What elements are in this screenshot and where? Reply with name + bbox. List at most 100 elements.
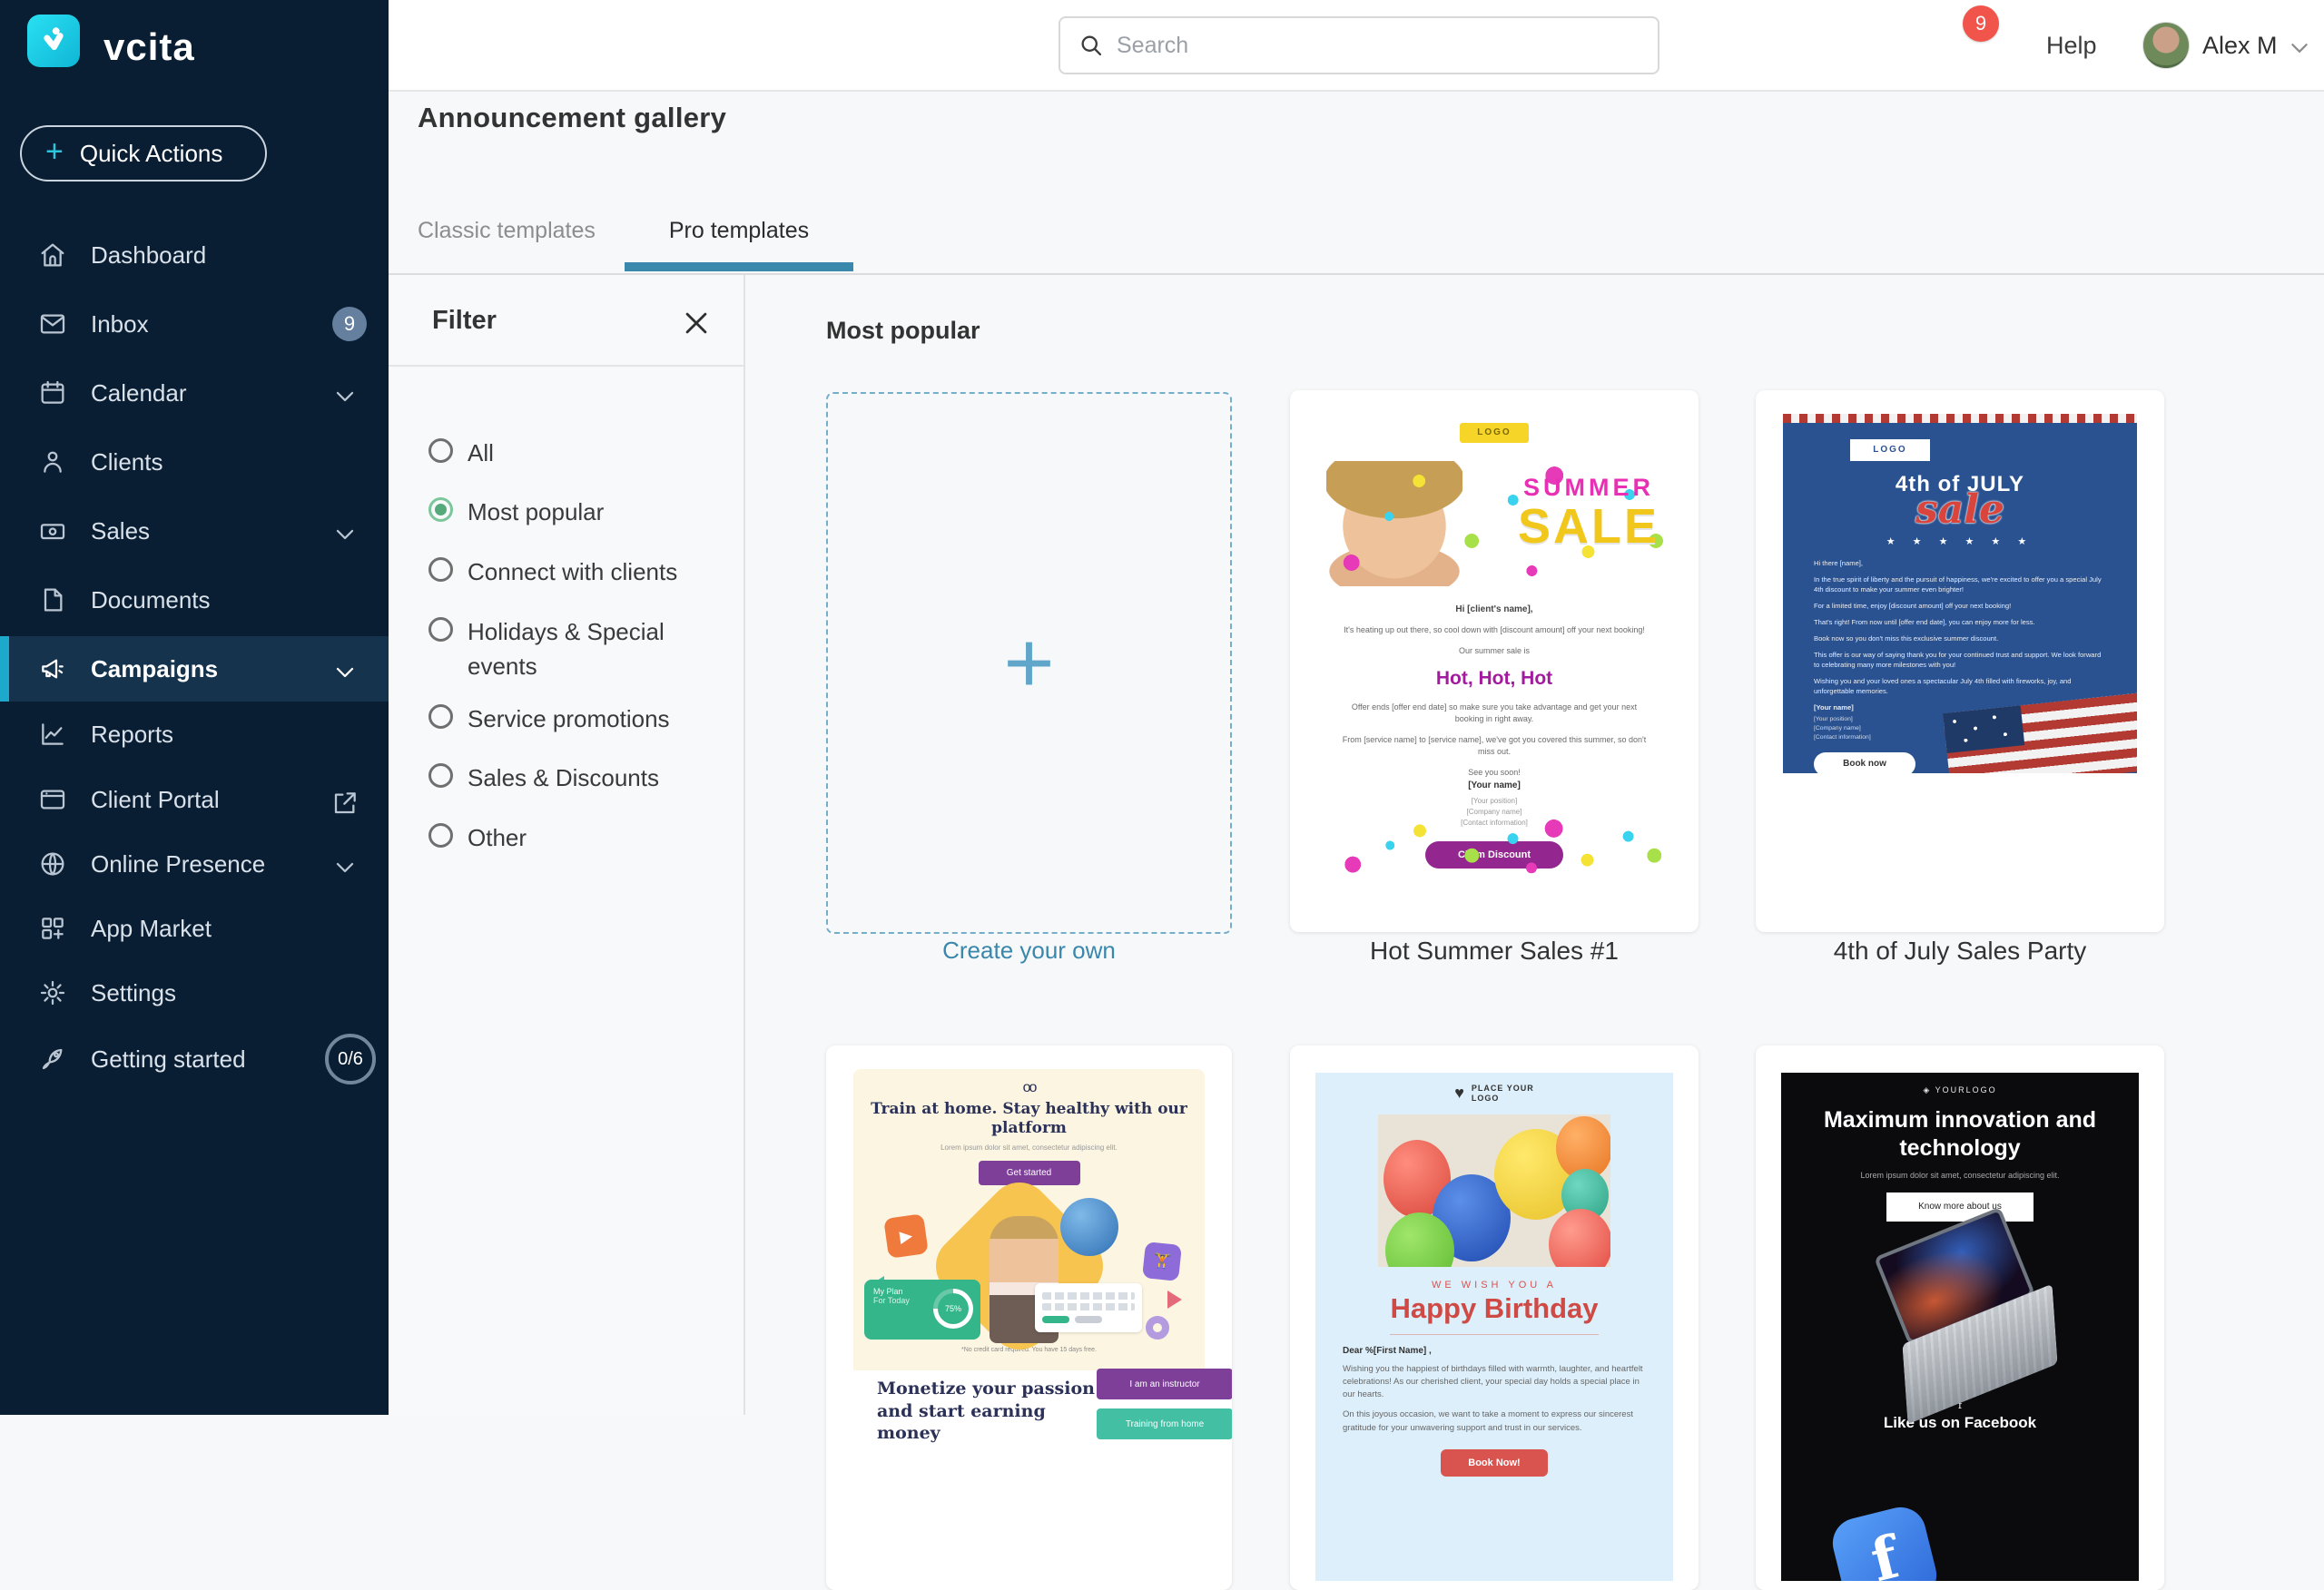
stars-stripe-border [1783,414,2137,423]
calendar-icon [38,378,67,407]
book-now-button: Book now [1814,752,1915,773]
filter-option-holidays[interactable]: Holidays & Special events [428,617,681,683]
close-icon[interactable] [681,308,712,339]
gear-icon [38,978,67,1007]
search-input[interactable] [1117,33,1607,59]
filter-title: Filter [432,306,497,336]
filter-option-label: All [468,437,694,471]
browser-icon [38,785,67,814]
sidebar-item-label: Clients [91,448,162,476]
facebook-icon: f [1827,1502,1942,1581]
radio-icon [428,557,453,582]
user-menu-chevron-icon[interactable] [2288,36,2311,60]
fitness-email: oo Train at home. Stay healthy with our … [853,1069,1205,1370]
your-position: [Your position] [1337,796,1651,807]
template-card-july4[interactable]: LOGO 4th of JULY sale ★ ★ ★ ★ ★ ★ Hi the… [1756,390,2164,932]
template-card-fitness[interactable]: oo Train at home. Stay healthy with our … [826,1045,1232,1590]
create-your-own-link[interactable]: Create your own [826,937,1232,965]
paragraph: On this joyous occasion, we want to take… [1343,1408,1646,1435]
sidebar-item-label: Calendar [91,379,187,407]
sidebar-item-online-presence[interactable]: Online Presence [0,831,389,897]
sidebar-item-inbox[interactable]: Inbox 9 [0,291,389,357]
get-started-button: Get started [979,1161,1080,1185]
tab-pro-templates[interactable]: Pro templates [625,218,853,244]
user-name[interactable]: Alex M [2202,0,2278,91]
filter-option-label: Holidays & Special events [468,615,681,683]
sidebar-item-campaigns[interactable]: Campaigns [0,636,389,702]
user-avatar[interactable] [2142,22,2190,69]
july-email: LOGO 4th of JULY sale ★ ★ ★ ★ ★ ★ Hi the… [1783,414,2137,773]
sidebar-item-label: Getting started [91,1045,246,1074]
sidebar-item-client-portal[interactable]: Client Portal [0,767,389,832]
filter-option-all[interactable]: All [428,438,694,471]
template-card-tech[interactable]: ◈ YOURLOGO Maximum innovation and techno… [1756,1045,2164,1590]
external-link-icon [330,789,359,818]
stars-row: ★ ★ ★ ★ ★ ★ [1783,535,2137,547]
facebook-letter: f [1865,1523,1905,1581]
create-your-own-card[interactable]: + [826,392,1232,934]
tech-email: ◈ YOURLOGO Maximum innovation and techno… [1781,1073,2139,1581]
pink-triangle [1167,1291,1182,1309]
sidebar-item-sales[interactable]: Sales [0,498,389,564]
globe-icon [38,849,67,878]
filter-option-label: Sales & Discounts [468,761,694,796]
notification-badge[interactable]: 9 [1963,5,1999,42]
dumbbell-icon: 🏋 [1142,1242,1182,1281]
sidebar-item-calendar[interactable]: Calendar [0,360,389,426]
filter-option-other[interactable]: Other [428,823,694,856]
chart-icon [38,720,67,749]
paragraph: In the true spirit of liberty and the pu… [1814,574,2106,594]
paragraph: That's right! From now until [offer end … [1814,617,2106,627]
sidebar-item-label: Campaigns [91,655,218,683]
logo-text: PLACE YOUR [1472,1084,1534,1093]
logo-text: LOGO [1472,1094,1500,1103]
mail-icon [38,309,67,339]
filter-option-connect[interactable]: Connect with clients [428,557,694,590]
filter-option-most-popular[interactable]: Most popular [428,497,694,530]
greeting: Hi [client's name], [1337,603,1651,616]
vcita-logo-icon[interactable] [27,15,80,67]
radio-selected-icon [428,497,453,522]
sidebar: vcita + Quick Actions Dashboard Inbox 9 … [0,0,389,1415]
template-card-birthday[interactable]: ♥ PLACE YOUR LOGO WE WISH YOU A Happy Bi… [1290,1045,1699,1590]
chevron-down-icon [330,382,359,411]
getting-started-progress-badge: 0/6 [325,1034,376,1085]
template-card-hot-summer[interactable]: LOGO SUMMER SALE Hi [client's name], It'… [1290,390,1699,932]
like-us-facebook: Like us on Facebook [1781,1413,2139,1433]
global-search[interactable] [1059,16,1659,74]
greeting: Hi there [name], [1814,558,2106,568]
quick-actions-button[interactable]: + Quick Actions [20,125,267,182]
section-title: Most popular [826,317,980,345]
page-title: Announcement gallery [418,102,726,134]
heart-icon: ♥ [1454,1084,1464,1103]
your-name: [Your name] [1337,779,1651,792]
radio-icon [428,438,453,463]
plus-icon: + [45,134,64,170]
sidebar-item-documents[interactable]: Documents [0,567,389,633]
filter-option-label: Service promotions [468,702,694,737]
signoff: See you soon! [1337,767,1651,780]
sidebar-item-app-market[interactable]: App Market [0,896,389,961]
sale-script: sale [1783,490,2137,530]
tab-classic-templates[interactable]: Classic templates [418,218,596,244]
filter-option-label: Most popular [468,496,694,530]
filter-option-service-promotions[interactable]: Service promotions [428,704,694,737]
sidebar-item-reports[interactable]: Reports [0,702,389,767]
training-home-button: Training from home [1097,1408,1232,1439]
sidebar-item-clients[interactable]: Clients [0,429,389,495]
filter-option-sales-discounts[interactable]: Sales & Discounts [428,763,694,796]
help-link[interactable]: Help [2046,0,2097,91]
filter-panel: Filter All Most popular Connect with cli… [389,275,745,1415]
tech-subtitle: Lorem ipsum dolor sit amet, consectetur … [1781,1171,2139,1180]
person-icon [38,447,67,476]
company-name: [Company name] [1337,807,1651,818]
sidebar-item-settings[interactable]: Settings [0,960,389,1026]
filter-divider [389,365,743,367]
sidebar-item-getting-started[interactable]: Getting started 0/6 [0,1026,389,1092]
sidebar-item-dashboard[interactable]: Dashboard [0,222,389,288]
paragraph: From [service name] to [service name], w… [1337,734,1651,759]
chevron-down-icon [330,520,359,549]
calendar-widget [1035,1283,1142,1332]
sale-word: SALE [1484,502,1693,551]
chevron-down-icon [330,853,359,882]
